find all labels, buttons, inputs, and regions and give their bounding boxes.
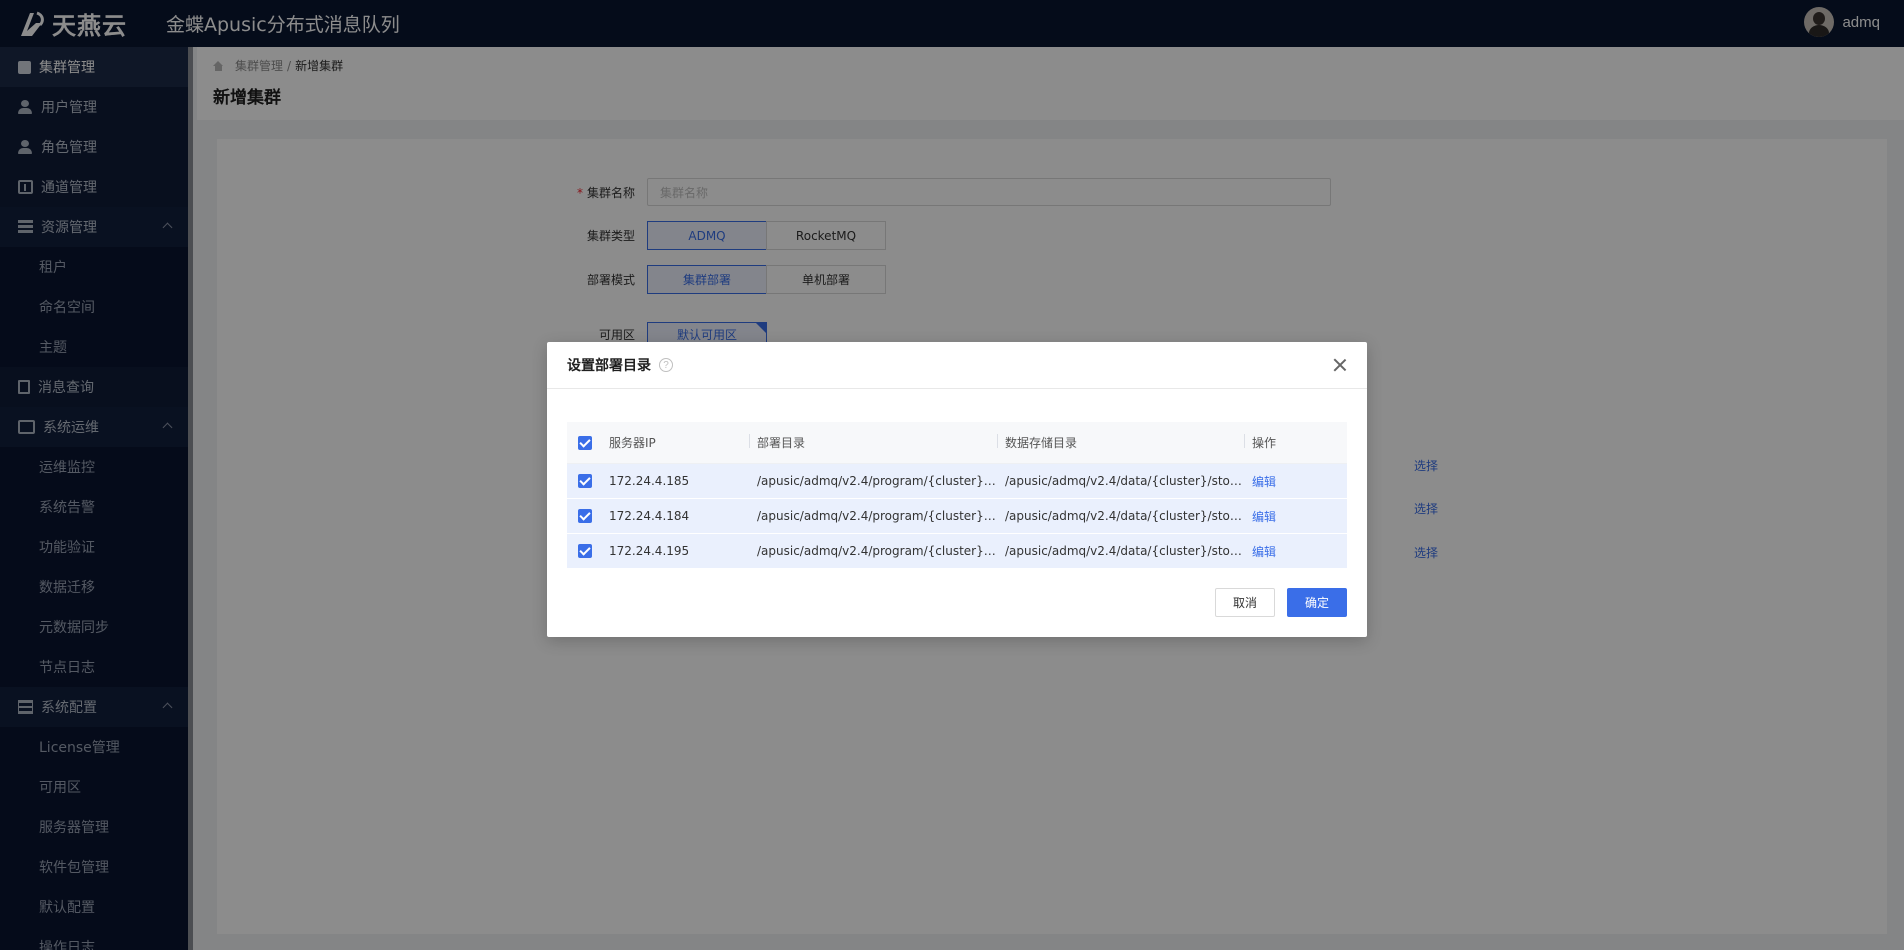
select-all-checkbox[interactable] xyxy=(578,435,592,450)
cell-ip: 172.24.4.185 xyxy=(609,474,690,488)
cell-deploy-dir: /apusic/admq/v2.4/program/{cluster}/stor… xyxy=(757,509,997,523)
select-all-cell xyxy=(567,435,601,450)
table-row[interactable]: 172.24.4.184 /apusic/admq/v2.4/program/{… xyxy=(567,499,1347,534)
row-checkbox[interactable] xyxy=(578,509,592,523)
modal-title: 设置部署目录 xyxy=(567,358,651,374)
cell-ip: 172.24.4.184 xyxy=(609,509,690,523)
modal-header: 设置部署目录 ? xyxy=(547,342,1367,389)
table-row[interactable]: 172.24.4.195 /apusic/admq/v2.4/program/{… xyxy=(567,534,1347,569)
row-checkbox-cell xyxy=(567,544,601,558)
row-checkbox-cell xyxy=(567,474,601,488)
edit-link[interactable]: 编辑 xyxy=(1244,473,1347,490)
cell-deploy-dir: /apusic/admq/v2.4/program/{cluster}/stor… xyxy=(757,544,997,558)
cell-data-dir: /apusic/admq/v2.4/data/{cluster}/storage… xyxy=(1005,474,1244,488)
table-header: 服务器IP 部署目录 数据存储目录 操作 xyxy=(567,422,1347,464)
column-header-data-dir: 数据存储目录 xyxy=(997,434,1244,451)
close-icon[interactable] xyxy=(1333,358,1347,372)
edit-link[interactable]: 编辑 xyxy=(1244,543,1347,560)
column-header-label: 数据存储目录 xyxy=(1005,436,1078,450)
column-header-label: 操作 xyxy=(1252,436,1277,450)
deploy-dir-table: 服务器IP 部署目录 数据存储目录 操作 172.24.4.185 /apusi… xyxy=(567,422,1347,569)
modal-footer: 取消 确定 xyxy=(1215,588,1347,617)
help-icon[interactable]: ? xyxy=(659,358,673,372)
row-checkbox[interactable] xyxy=(578,544,592,558)
column-header-label: 部署目录 xyxy=(757,436,806,450)
confirm-button[interactable]: 确定 xyxy=(1287,588,1347,617)
cell-data-dir: /apusic/admq/v2.4/data/{cluster}/storage… xyxy=(1005,509,1244,523)
cancel-button[interactable]: 取消 xyxy=(1215,588,1275,617)
deploy-dir-modal: 设置部署目录 ? 服务器IP 部署目录 数据存储目录 操作 172.24.4.1… xyxy=(547,342,1367,637)
column-header-deploy-dir: 部署目录 xyxy=(749,434,997,451)
cell-data-dir: /apusic/admq/v2.4/data/{cluster}/storage… xyxy=(1005,544,1244,558)
column-header-ip: 服务器IP xyxy=(609,436,656,450)
edit-link[interactable]: 编辑 xyxy=(1244,508,1347,525)
table-row[interactable]: 172.24.4.185 /apusic/admq/v2.4/program/{… xyxy=(567,464,1347,499)
row-checkbox-cell xyxy=(567,509,601,523)
cell-ip: 172.24.4.195 xyxy=(609,544,690,558)
column-header-op: 操作 xyxy=(1244,434,1347,451)
cell-deploy-dir: /apusic/admq/v2.4/program/{cluster}/stor… xyxy=(757,474,997,488)
row-checkbox[interactable] xyxy=(578,474,592,488)
